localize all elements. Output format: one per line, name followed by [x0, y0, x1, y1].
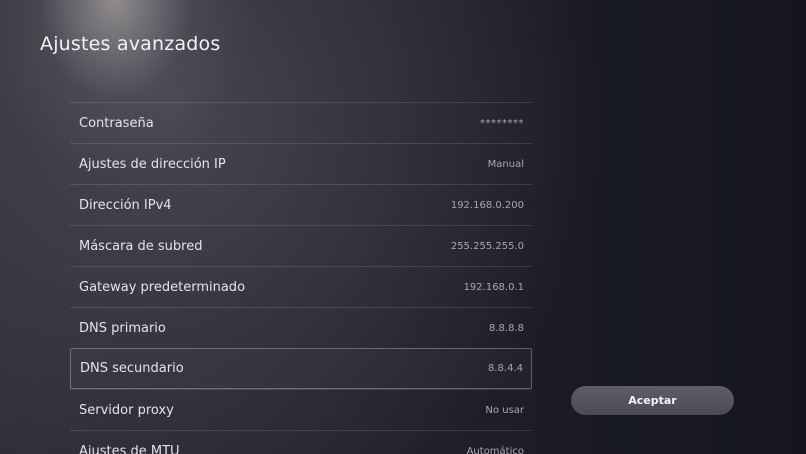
page-title: Ajustes avanzados	[40, 33, 221, 55]
row-value: 192.168.0.1	[463, 281, 524, 293]
settings-row-proxy-server[interactable]: Servidor proxy No usar	[70, 389, 532, 430]
settings-list: Contraseña ******** Ajustes de dirección…	[70, 102, 532, 454]
row-label: Ajustes de dirección IP	[79, 156, 226, 172]
row-value: 192.168.0.200	[450, 199, 524, 211]
settings-row-ipv4-address[interactable]: Dirección IPv4 192.168.0.200	[70, 184, 532, 225]
row-value: 8.8.8.8	[489, 322, 524, 334]
settings-row-mtu-settings[interactable]: Ajustes de MTU Automático	[70, 430, 532, 454]
settings-row-primary-dns[interactable]: DNS primario 8.8.8.8	[70, 307, 532, 348]
row-label: Contraseña	[79, 115, 154, 131]
row-value: Manual	[487, 158, 524, 170]
accept-button[interactable]: Aceptar	[571, 386, 734, 415]
settings-row-secondary-dns[interactable]: DNS secundario 8.8.4.4	[70, 348, 532, 389]
row-label: Ajustes de MTU	[79, 443, 180, 454]
settings-row-password[interactable]: Contraseña ********	[70, 102, 532, 143]
settings-row-default-gateway[interactable]: Gateway predeterminado 192.168.0.1	[70, 266, 532, 307]
row-value: ********	[480, 117, 524, 129]
row-value: 8.8.4.4	[488, 363, 523, 374]
settings-row-subnet-mask[interactable]: Máscara de subred 255.255.255.0	[70, 225, 532, 266]
settings-row-ip-settings[interactable]: Ajustes de dirección IP Manual	[70, 143, 532, 184]
row-label: Máscara de subred	[79, 238, 203, 254]
row-label: DNS secundario	[80, 361, 184, 376]
row-label: Servidor proxy	[79, 402, 174, 418]
row-value: No usar	[485, 404, 524, 416]
row-label: DNS primario	[79, 320, 166, 336]
row-value: Automático	[466, 445, 524, 454]
row-value: 255.255.255.0	[450, 240, 524, 252]
row-label: Dirección IPv4	[79, 197, 172, 213]
row-label: Gateway predeterminado	[79, 279, 246, 295]
